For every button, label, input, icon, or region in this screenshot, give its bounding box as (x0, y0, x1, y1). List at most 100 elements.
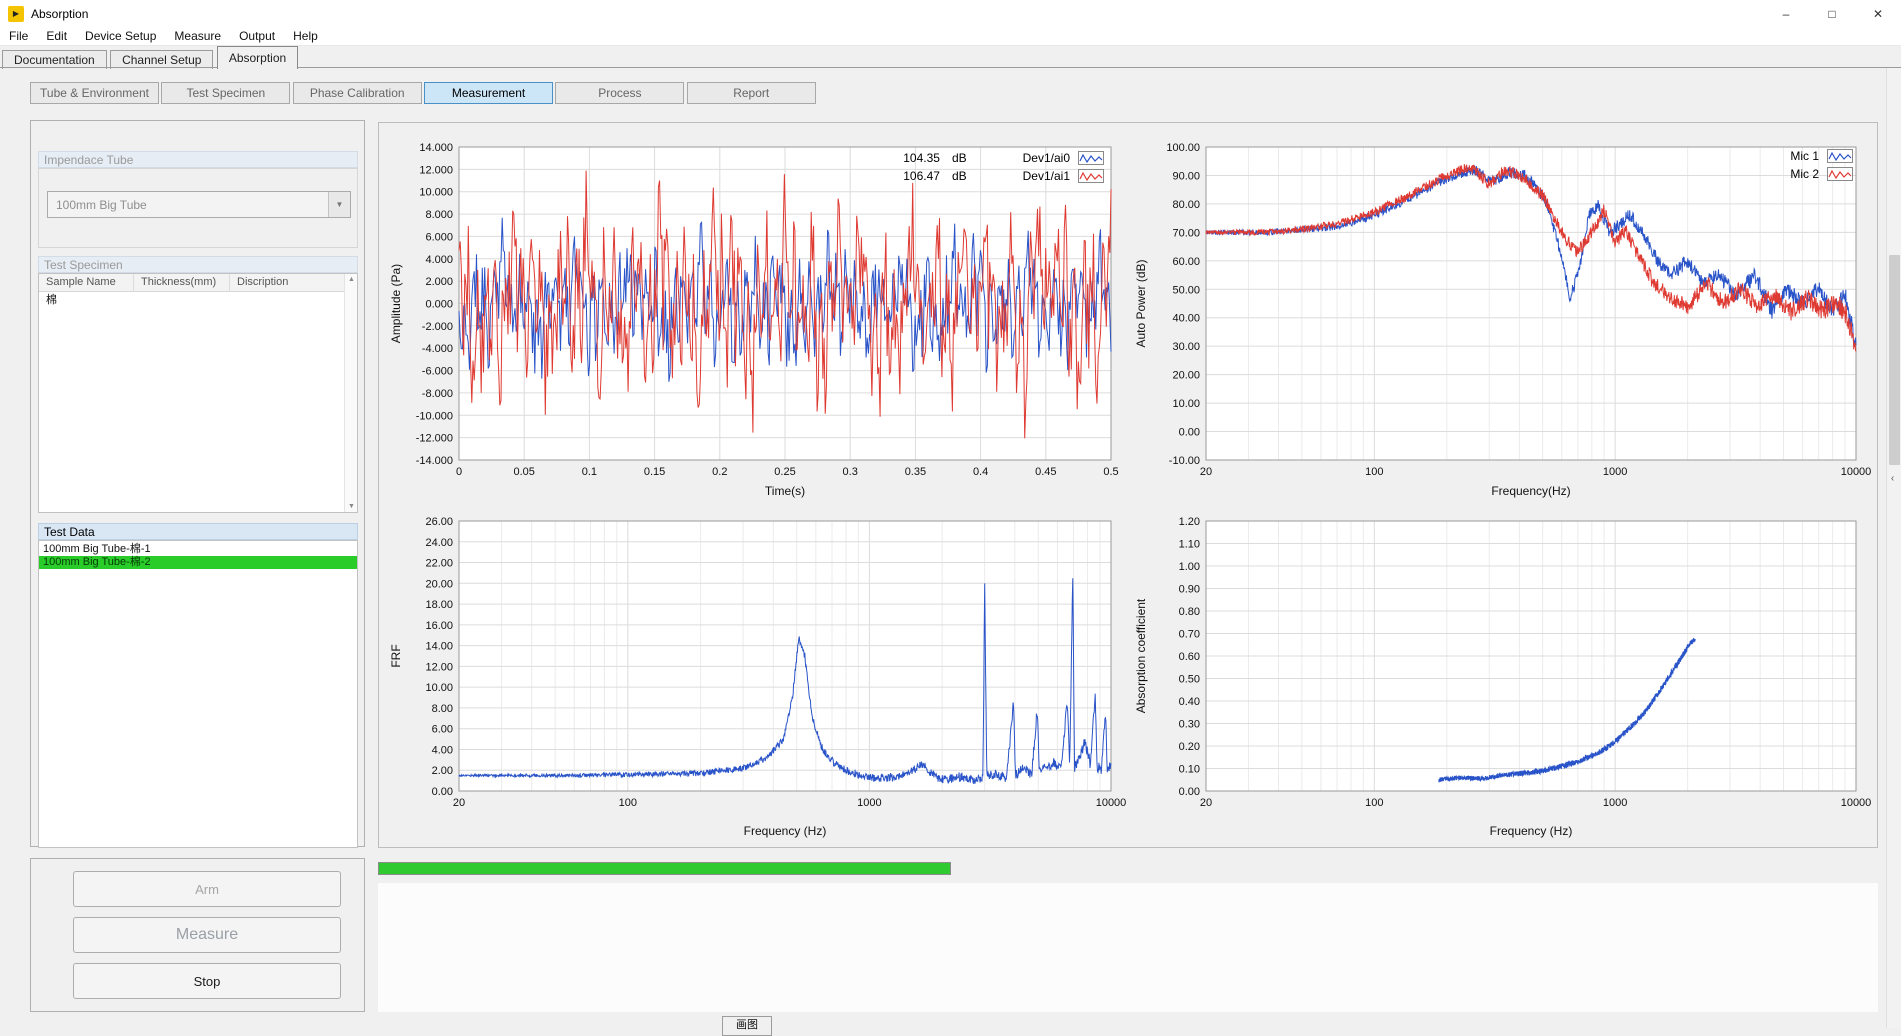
waveform-icon[interactable] (1827, 167, 1853, 181)
menu-measure[interactable]: Measure (165, 27, 230, 46)
level-value-ai0: 104.35 (880, 151, 940, 165)
svg-text:100: 100 (619, 797, 637, 809)
col-thickness: Thickness(mm) (134, 274, 230, 291)
legend-label-mic2: Mic 2 (1790, 167, 1819, 181)
test-specimen-table: Sample Name Thickness(mm) Discription 棉 … (38, 273, 358, 513)
svg-text:0.00: 0.00 (1179, 427, 1200, 439)
col-sample-name: Sample Name (39, 274, 134, 291)
scroll-up-icon[interactable]: ▲ (345, 276, 358, 283)
menu-device-setup[interactable]: Device Setup (76, 27, 165, 46)
subtab-measurement[interactable]: Measurement (424, 82, 553, 104)
legend-row: Mic 2 (1734, 165, 1853, 183)
svg-text:24.00: 24.00 (425, 537, 453, 549)
svg-text:14.00: 14.00 (425, 641, 453, 653)
dropdown-arrow-glyph: ▼ (336, 200, 344, 209)
menu-file[interactable]: File (0, 27, 37, 46)
waveform-icon[interactable] (1078, 151, 1104, 165)
subtab-test-specimen[interactable]: Test Specimen (161, 82, 290, 104)
col-discription: Discription (230, 274, 357, 291)
scrollbar-thumb[interactable] (1889, 255, 1900, 465)
test-data-label: Test Data (38, 523, 358, 540)
svg-text:Frequency (Hz): Frequency (Hz) (744, 824, 827, 838)
absorption-plot: 201001000100001.201.101.000.900.800.700.… (1131, 509, 1871, 849)
main-tabs: Documentation Channel Setup Absorption (2, 46, 298, 68)
svg-text:0.30: 0.30 (1179, 719, 1200, 731)
test-data-item[interactable]: 100mm Big Tube-棉-1 (39, 543, 357, 556)
svg-text:0: 0 (456, 466, 462, 478)
svg-text:100.00: 100.00 (1166, 142, 1200, 154)
cell-sample-name: 棉 (39, 292, 134, 307)
menu-output[interactable]: Output (230, 27, 284, 46)
menu-help[interactable]: Help (284, 27, 327, 46)
svg-text:0.000: 0.000 (425, 299, 453, 311)
test-data-item-selected[interactable]: 100mm Big Tube-棉-2 (39, 556, 357, 569)
time-waveform-chart: 00.050.10.150.20.250.30.350.40.450.514.0… (386, 137, 1126, 509)
maximize-button[interactable]: □ (1809, 0, 1855, 27)
subtab-process[interactable]: Process (555, 82, 684, 104)
progress-bar-fill (379, 863, 950, 874)
subtab-report[interactable]: Report (687, 82, 816, 104)
subtab-phase-calibration[interactable]: Phase Calibration (293, 82, 422, 104)
svg-text:90.00: 90.00 (1172, 170, 1200, 182)
svg-text:16.00: 16.00 (425, 620, 453, 632)
close-button[interactable]: ✕ (1855, 0, 1901, 27)
vertical-scrollbar[interactable] (1886, 67, 1901, 1028)
svg-text:0.25: 0.25 (774, 466, 795, 478)
svg-text:Frequency(Hz): Frequency(Hz) (1491, 484, 1570, 498)
svg-text:-10.000: -10.000 (416, 410, 453, 422)
legend-row: 104.35 dB Dev1/ai0 (880, 149, 1104, 167)
power-chart-legend: Mic 1 Mic 2 (1734, 147, 1853, 183)
svg-text:0.15: 0.15 (644, 466, 665, 478)
level-value-ai1: 106.47 (880, 169, 940, 183)
svg-text:0.5: 0.5 (1103, 466, 1118, 478)
svg-text:12.000: 12.000 (419, 164, 453, 176)
auto-power-chart: 20100100010000100.0090.0080.0070.0060.00… (1131, 137, 1871, 509)
svg-text:-8.000: -8.000 (422, 388, 453, 400)
svg-text:0.45: 0.45 (1035, 466, 1056, 478)
subtab-tube-environment[interactable]: Tube & Environment (30, 82, 159, 104)
svg-text:60.00: 60.00 (1172, 256, 1200, 268)
svg-text:20: 20 (453, 797, 465, 809)
svg-text:1000: 1000 (857, 797, 881, 809)
panel-collapse-icon[interactable]: ‹ (1886, 472, 1899, 486)
svg-text:0.1: 0.1 (582, 466, 597, 478)
svg-text:0.10: 0.10 (1179, 764, 1200, 776)
section-tabs: Tube & Environment Test Specimen Phase C… (30, 82, 815, 104)
impedance-tube-label: Impendace Tube (38, 151, 358, 168)
scroll-down-icon[interactable]: ▼ (345, 503, 358, 510)
svg-text:50.00: 50.00 (1172, 284, 1200, 296)
frf-chart: 2010010001000026.0024.0022.0020.0018.001… (386, 509, 1126, 849)
svg-text:0.00: 0.00 (1179, 786, 1200, 798)
stop-button[interactable]: Stop (73, 963, 341, 999)
bottom-panel (378, 883, 1878, 1012)
table-scrollbar[interactable]: ▲ ▼ (344, 274, 357, 512)
progress-bar (378, 862, 951, 875)
minimize-button[interactable]: – (1763, 0, 1809, 27)
svg-text:8.00: 8.00 (432, 703, 453, 715)
svg-text:8.000: 8.000 (425, 209, 453, 221)
waveform-icon[interactable] (1078, 169, 1104, 183)
impedance-tube-value: 100mm Big Tube (48, 198, 328, 212)
svg-text:0.80: 0.80 (1179, 606, 1200, 618)
arm-button[interactable]: Arm (73, 871, 341, 907)
charts-panel: 00.050.10.150.20.250.30.350.40.450.514.0… (378, 122, 1878, 848)
chevron-down-icon[interactable]: ▼ (328, 192, 350, 217)
waveform-icon[interactable] (1827, 149, 1853, 163)
menu-edit[interactable]: Edit (37, 27, 76, 46)
svg-text:1.20: 1.20 (1179, 516, 1200, 528)
tab-drawing[interactable]: 画图 (722, 1016, 772, 1036)
legend-row: 106.47 dB Dev1/ai1 (880, 167, 1104, 185)
svg-text:1000: 1000 (1603, 797, 1627, 809)
test-specimen-label: Test Specimen (38, 256, 358, 273)
control-buttons-panel: Arm Measure Stop (30, 858, 365, 1012)
impedance-tube-dropdown[interactable]: 100mm Big Tube ▼ (47, 191, 351, 218)
svg-text:18.00: 18.00 (425, 599, 453, 611)
svg-text:10.000: 10.000 (419, 187, 453, 199)
svg-text:0.2: 0.2 (712, 466, 727, 478)
tab-absorption[interactable]: Absorption (217, 46, 298, 69)
measure-button[interactable]: Measure (73, 917, 341, 953)
svg-text:12.00: 12.00 (425, 661, 453, 673)
table-row[interactable]: 棉 (39, 292, 357, 307)
svg-text:0.3: 0.3 (843, 466, 858, 478)
svg-text:100: 100 (1365, 797, 1383, 809)
